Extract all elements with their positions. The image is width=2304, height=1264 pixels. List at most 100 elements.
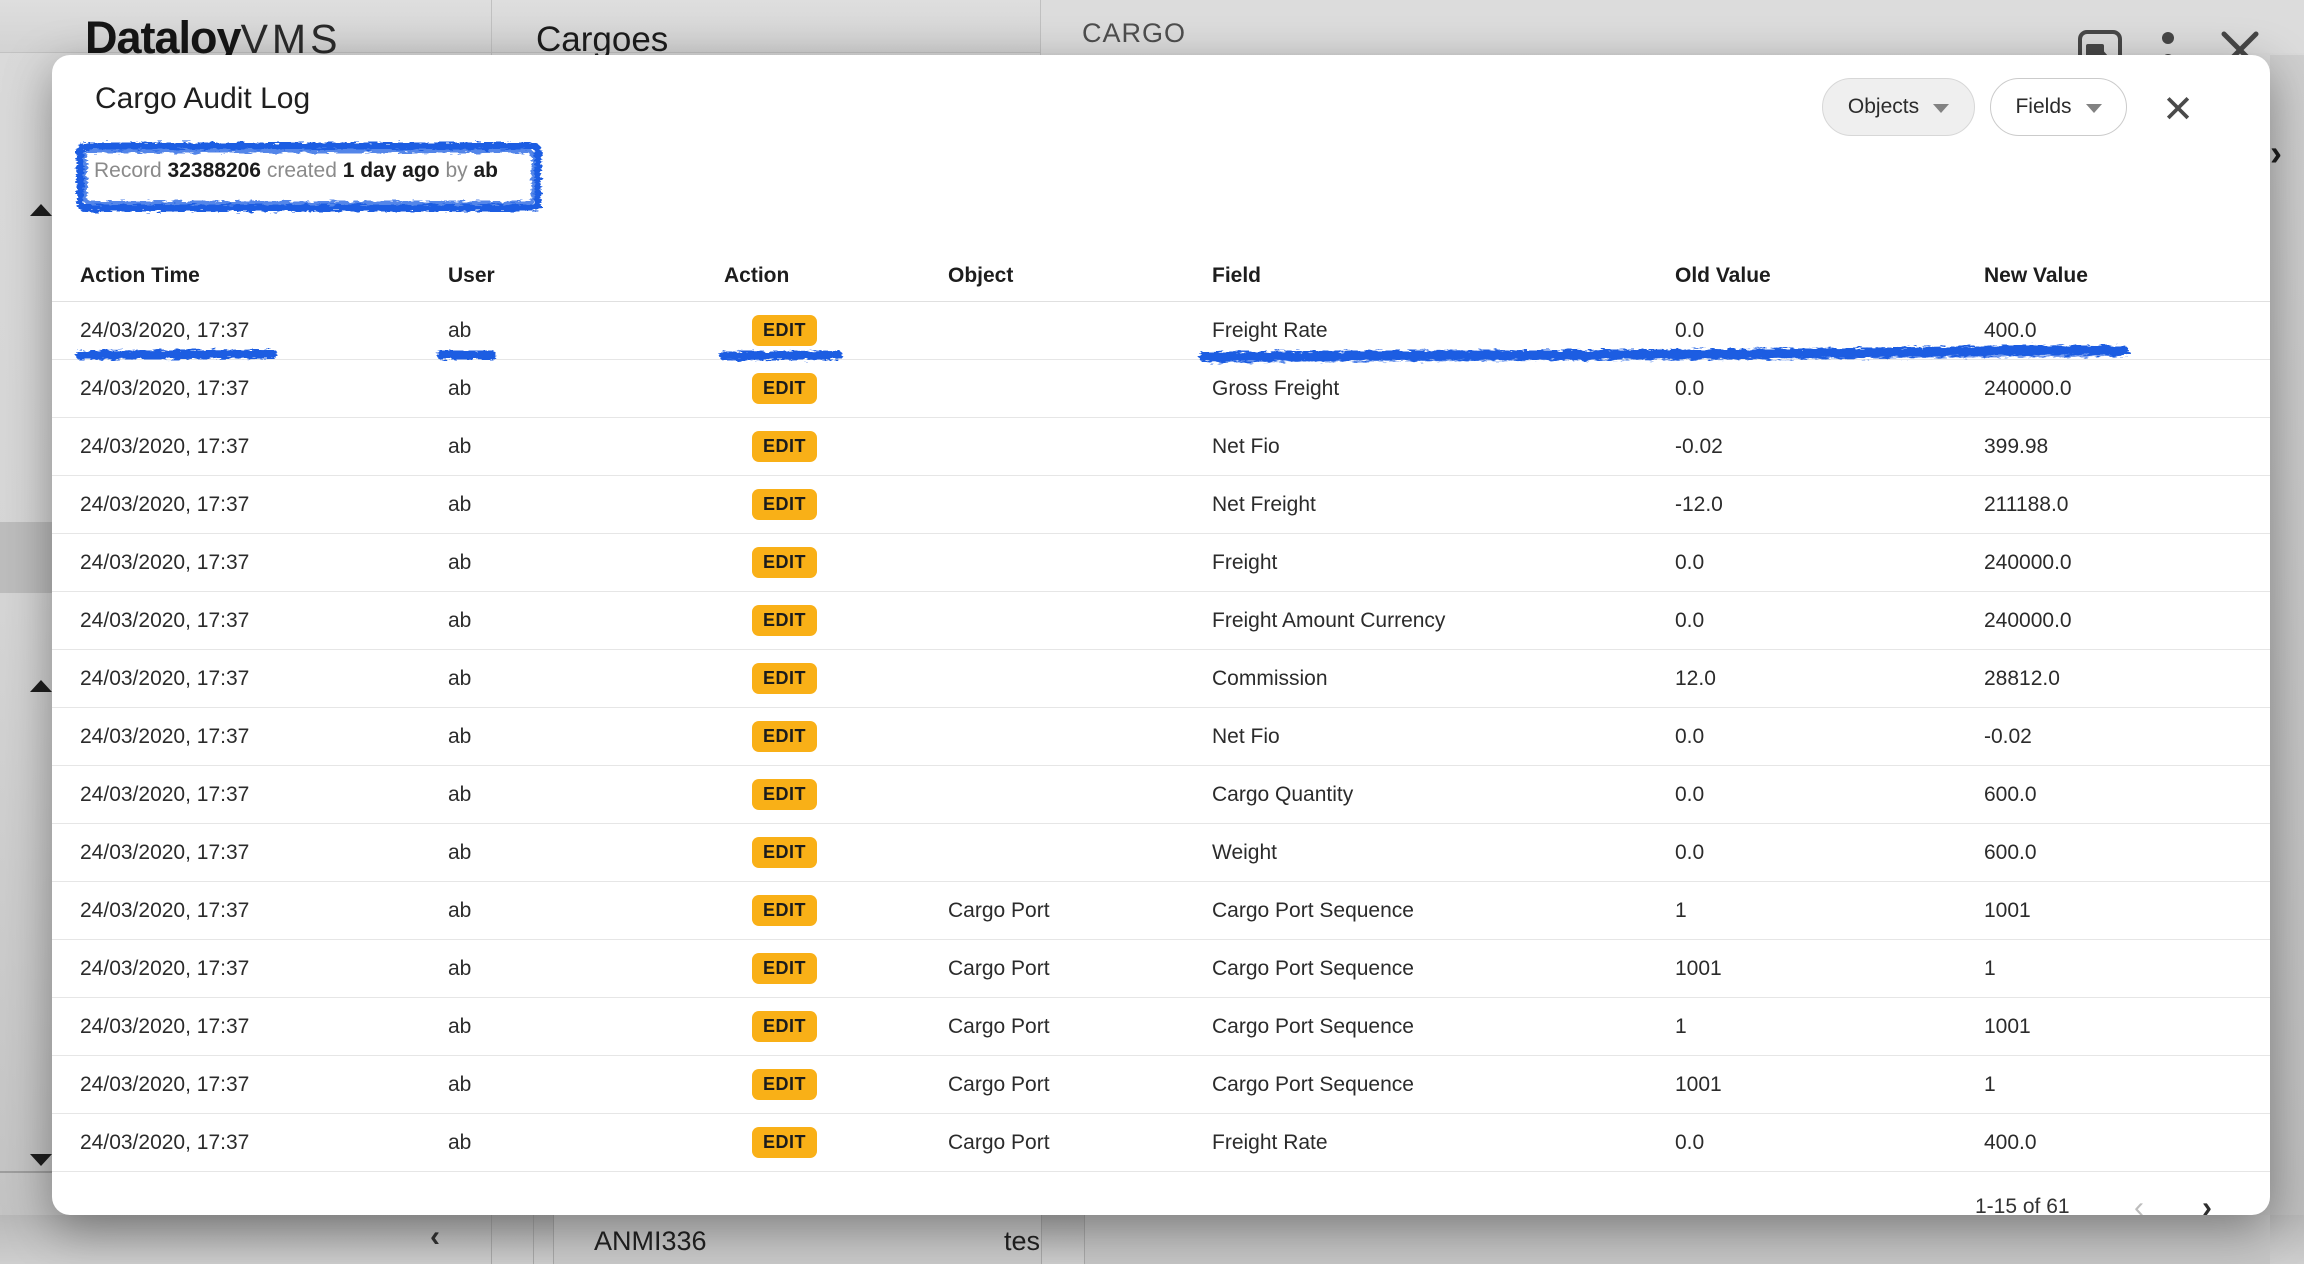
- edit-action-badge: EDIT: [752, 953, 817, 984]
- cell-field: Net Freight: [1212, 493, 1675, 517]
- cell-action: EDIT: [724, 837, 948, 868]
- cell-old-value: 0.0: [1675, 1131, 1984, 1155]
- objects-filter-label: Objects: [1848, 95, 1919, 119]
- record-summary: Record 32388206 created 1 day ago by ab: [94, 159, 498, 183]
- scroll-up-icon[interactable]: [30, 680, 52, 692]
- background-cell-divider: [1084, 1215, 1085, 1264]
- record-age: 1 day ago: [343, 159, 440, 182]
- cell-user: ab: [448, 377, 724, 401]
- cell-action-time: 24/03/2020, 17:37: [80, 725, 448, 749]
- cell-new-value: 600.0: [1984, 841, 2242, 865]
- cell-user: ab: [448, 667, 724, 691]
- column-header-user: User: [448, 264, 724, 288]
- cell-action: EDIT: [724, 605, 948, 636]
- cell-new-value: 1: [1984, 1073, 2242, 1097]
- background-bottom-cell: [1084, 1215, 2270, 1264]
- table-row: 24/03/2020, 17:37 ab EDIT Net Fio 0.0 -0…: [52, 708, 2270, 766]
- objects-filter-dropdown[interactable]: Objects: [1822, 78, 1975, 136]
- edit-action-badge: EDIT: [752, 1127, 817, 1158]
- panel-divider: [1040, 0, 1041, 55]
- cell-user: ab: [448, 435, 724, 459]
- cell-old-value: 0.0: [1675, 841, 1984, 865]
- column-header-object: Object: [948, 264, 1212, 288]
- table-row: 24/03/2020, 17:37 ab EDIT Freight 0.0 24…: [52, 534, 2270, 592]
- edit-action-badge: EDIT: [752, 605, 817, 636]
- cell-new-value: 400.0: [1984, 319, 2242, 343]
- cell-user: ab: [448, 609, 724, 633]
- edit-action-badge: EDIT: [752, 837, 817, 868]
- cell-field: Freight Rate: [1212, 319, 1675, 343]
- table-row: 24/03/2020, 17:37 ab EDIT Net Freight -1…: [52, 476, 2270, 534]
- cell-user: ab: [448, 841, 724, 865]
- edit-action-badge: EDIT: [752, 547, 817, 578]
- table-row: 24/03/2020, 17:37 ab EDIT Cargo Port Car…: [52, 882, 2270, 940]
- cell-field: Gross Freight: [1212, 377, 1675, 401]
- scroll-down-icon[interactable]: [30, 1154, 52, 1166]
- cell-object: Cargo Port: [948, 899, 1212, 923]
- cell-old-value: 0.0: [1675, 609, 1984, 633]
- edit-action-badge: EDIT: [752, 779, 817, 810]
- column-header-action: Action: [724, 264, 948, 288]
- record-summary-created: created: [267, 159, 337, 182]
- table-row: 24/03/2020, 17:37 ab EDIT Net Fio -0.02 …: [52, 418, 2270, 476]
- cell-new-value: 1001: [1984, 1015, 2242, 1039]
- record-user: ab: [473, 159, 498, 182]
- cell-action: EDIT: [724, 1069, 948, 1100]
- cell-field: Freight Amount Currency: [1212, 609, 1675, 633]
- table-row: 24/03/2020, 17:37 ab EDIT Freight Rate 0…: [52, 302, 2270, 360]
- edit-action-badge: EDIT: [752, 721, 817, 752]
- fields-filter-dropdown[interactable]: Fields: [1990, 78, 2127, 136]
- record-id: 32388206: [168, 159, 261, 182]
- cell-old-value: 0.0: [1675, 551, 1984, 575]
- cell-user: ab: [448, 493, 724, 517]
- collapse-left-chevron-icon[interactable]: ‹: [430, 1220, 440, 1254]
- cell-action: EDIT: [724, 895, 948, 926]
- cell-user: ab: [448, 319, 724, 343]
- edit-action-badge: EDIT: [752, 373, 817, 404]
- record-summary-by: by: [445, 159, 467, 182]
- background-cell-divider: [491, 1215, 492, 1264]
- pagination-bar: 1-15 of 61 ‹ ›: [52, 1195, 2270, 1215]
- cell-action-time: 24/03/2020, 17:37: [80, 1131, 448, 1155]
- cell-object: Cargo Port: [948, 1015, 1212, 1039]
- cell-old-value: 1001: [1675, 1073, 1984, 1097]
- pagination-range-label: 1-15 of 61: [1975, 1195, 2070, 1215]
- cell-object: Cargo Port: [948, 1073, 1212, 1097]
- cell-field: Freight Rate: [1212, 1131, 1675, 1155]
- cell-action-time: 24/03/2020, 17:37: [80, 319, 448, 343]
- cell-action-time: 24/03/2020, 17:37: [80, 841, 448, 865]
- cell-old-value: 0.0: [1675, 725, 1984, 749]
- cell-old-value: 0.0: [1675, 783, 1984, 807]
- cell-new-value: 1: [1984, 957, 2242, 981]
- fields-filter-label: Fields: [2015, 95, 2071, 119]
- scroll-up-icon[interactable]: [30, 204, 52, 216]
- cell-action: EDIT: [724, 489, 948, 520]
- cell-field: Cargo Quantity: [1212, 783, 1675, 807]
- cell-action: EDIT: [724, 721, 948, 752]
- cell-new-value: 28812.0: [1984, 667, 2242, 691]
- background-note-text: tes: [1004, 1226, 1040, 1257]
- background-divider: [0, 1171, 52, 1173]
- cell-user: ab: [448, 957, 724, 981]
- dialog-close-icon[interactable]: ✕: [2152, 83, 2204, 135]
- cargo-audit-log-dialog: Cargo Audit Log Objects Fields ✕ Record …: [52, 55, 2270, 1215]
- cell-user: ab: [448, 899, 724, 923]
- cell-field: Cargo Port Sequence: [1212, 1073, 1675, 1097]
- chevron-down-icon: [2086, 104, 2102, 113]
- pagination-next-icon[interactable]: ›: [2202, 1191, 2212, 1215]
- cell-field: Commission: [1212, 667, 1675, 691]
- chevron-down-icon: [1933, 104, 1949, 113]
- cell-user: ab: [448, 725, 724, 749]
- expand-right-chevron-icon[interactable]: ›: [2270, 132, 2282, 174]
- cell-action-time: 24/03/2020, 17:37: [80, 667, 448, 691]
- cell-new-value: 240000.0: [1984, 377, 2242, 401]
- cell-new-value: 600.0: [1984, 783, 2242, 807]
- right-edge-strip: [2270, 55, 2304, 1264]
- table-row: 24/03/2020, 17:37 ab EDIT Cargo Port Car…: [52, 998, 2270, 1056]
- cell-new-value: 1001: [1984, 899, 2242, 923]
- table-row: 24/03/2020, 17:37 ab EDIT Cargo Port Car…: [52, 1056, 2270, 1114]
- cell-new-value: 399.98: [1984, 435, 2242, 459]
- table-row: 24/03/2020, 17:37 ab EDIT Commission 12.…: [52, 650, 2270, 708]
- pagination-prev-icon[interactable]: ‹: [2134, 1191, 2144, 1215]
- edit-action-badge: EDIT: [752, 315, 817, 346]
